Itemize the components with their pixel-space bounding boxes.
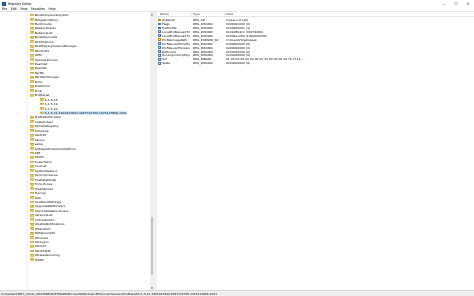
folder-icon (30, 151, 34, 155)
binary-value-icon (158, 26, 161, 30)
folder-icon (30, 245, 34, 248)
registry-values-list[interactable]: Name Type Data (Default) REG_SZ (value not… (157, 12, 474, 290)
menu-edit[interactable]: Edit (11, 7, 17, 11)
folder-icon (30, 129, 34, 133)
folder-icon (30, 156, 34, 159)
folder-icon (30, 222, 34, 226)
folder-icon (30, 249, 34, 253)
folder-icon (30, 169, 34, 173)
binary-value-icon (158, 22, 161, 26)
folder-icon (30, 205, 34, 208)
column-header-type[interactable]: Type (193, 12, 200, 16)
value-type-cell: REG_DWORD (193, 61, 213, 66)
window-title: Registry Editor (8, 1, 32, 6)
close-button[interactable]: ✕ (462, 0, 474, 7)
menu-file[interactable]: File (2, 7, 7, 11)
folder-icon (30, 182, 34, 186)
registry-editor-icon (2, 1, 6, 6)
tree-key-item[interactable]: WUDF (30, 258, 44, 262)
folder-icon (30, 116, 34, 119)
folder-icon (30, 209, 34, 213)
folder-icon (30, 196, 34, 199)
binary-value-icon (158, 58, 161, 61)
folder-icon (30, 71, 34, 75)
folder-icon (40, 102, 44, 106)
folder-icon (30, 178, 34, 182)
menu-view[interactable]: View (20, 7, 27, 11)
folder-icon (30, 227, 34, 231)
status-bar: Computer\HKEY_LOCAL_MACHINE\SOFTWARE\Mic… (0, 290, 474, 296)
folder-icon (30, 58, 34, 61)
folder-icon (40, 111, 44, 115)
tree-key-label: WUDF (34, 257, 44, 262)
folder-icon (40, 98, 44, 102)
window-controls: — ☐ ✕ (438, 0, 474, 7)
folder-icon (30, 44, 34, 48)
folder-icon (30, 258, 34, 262)
binary-value-icon (158, 30, 161, 34)
string-value-icon (158, 38, 161, 41)
value-name-cell: State (162, 61, 170, 66)
folder-icon (30, 89, 34, 93)
folder-icon (30, 138, 34, 142)
folder-icon (30, 27, 34, 30)
folder-icon (30, 200, 34, 204)
value-data-cell: 0x00000000 (0) (226, 61, 251, 66)
binary-value-icon (158, 34, 161, 38)
folder-icon (30, 53, 34, 57)
folder-icon (30, 13, 34, 17)
folder-icon (30, 67, 34, 70)
menu-help[interactable]: Help (49, 7, 56, 11)
folder-icon (30, 93, 34, 97)
minimize-button[interactable]: — (438, 0, 450, 7)
title-bar: Registry Editor — ☐ ✕ (0, 0, 474, 7)
folder-icon (30, 253, 34, 257)
tree-connector-lines (26, 12, 41, 290)
folder-icon (30, 18, 34, 21)
folder-icon (30, 62, 34, 66)
folder-icon (30, 231, 34, 235)
registry-value-row[interactable]: State REG_DWORD 0x00000000 (0) (157, 61, 474, 65)
folder-icon (30, 160, 34, 164)
current-key-path: Computer\HKEY_LOCAL_MACHINE\SOFTWARE\Mic… (1, 291, 218, 296)
folder-icon (30, 164, 34, 168)
folder-icon (30, 84, 34, 88)
binary-value-icon (158, 46, 161, 49)
binary-value-icon (158, 54, 161, 57)
folder-icon (30, 142, 34, 146)
folder-icon (30, 22, 34, 26)
folder-icon (30, 191, 34, 195)
folder-icon (30, 187, 34, 191)
folder-icon (30, 80, 34, 84)
folder-icon (30, 31, 34, 35)
folder-icon (30, 133, 34, 137)
folder-icon (30, 40, 34, 44)
list-header: Name Type Data (157, 12, 474, 17)
binary-value-icon (158, 62, 161, 65)
binary-value-icon (158, 42, 161, 45)
tree-key-label: SoftwareProtectionPlatform (34, 146, 76, 151)
folder-icon (40, 107, 44, 110)
folder-icon (30, 236, 34, 239)
folder-icon (30, 120, 34, 124)
folder-icon (30, 213, 34, 217)
column-header-data[interactable]: Data (226, 12, 233, 16)
folder-icon (30, 240, 34, 244)
string-value-icon (158, 18, 161, 22)
scrollbar-thumb[interactable] (150, 217, 154, 275)
folder-icon (30, 35, 34, 39)
folder-icon (30, 49, 34, 53)
folder-icon (30, 218, 34, 222)
folder-icon (30, 124, 34, 128)
folder-icon (30, 173, 34, 177)
maximize-button[interactable]: ☐ (450, 0, 462, 7)
menu-favorites[interactable]: Favorites (31, 7, 45, 11)
registry-key-tree[interactable]: MiniDumpAuxiliaryDlls MitigationPolicy Mul… (0, 12, 153, 290)
folder-icon (30, 147, 34, 150)
binary-value-icon (158, 50, 161, 53)
folder-icon (30, 75, 34, 79)
column-header-name[interactable]: Name (160, 12, 169, 16)
